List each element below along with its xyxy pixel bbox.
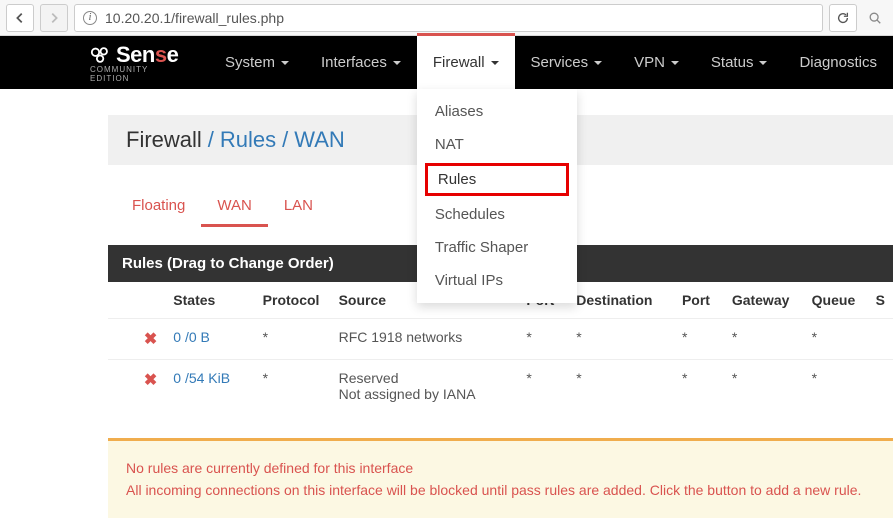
breadcrumb-wan[interactable]: WAN bbox=[294, 127, 345, 153]
th-dport: Port bbox=[674, 282, 724, 319]
tab-wan[interactable]: WAN bbox=[201, 189, 267, 227]
back-button[interactable] bbox=[6, 4, 34, 32]
nav-label: Diagnostics bbox=[799, 54, 877, 71]
td-source: RFC 1918 networks bbox=[331, 319, 519, 360]
th-dest: Destination bbox=[568, 282, 674, 319]
dropdown-virtual-ips[interactable]: Virtual IPs bbox=[417, 264, 577, 297]
nav-vpn[interactable]: VPN bbox=[618, 36, 695, 89]
caret-icon bbox=[594, 61, 602, 65]
dropdown-nat[interactable]: NAT bbox=[417, 128, 577, 161]
caret-icon bbox=[671, 61, 679, 65]
nav-status[interactable]: Status bbox=[695, 36, 784, 89]
caret-icon bbox=[393, 61, 401, 65]
states-link[interactable]: 0 /0 B bbox=[173, 329, 210, 345]
logo-text-post: e bbox=[167, 42, 179, 67]
block-icon: ✖ bbox=[144, 372, 157, 389]
caret-icon bbox=[281, 61, 289, 65]
dropdown-aliases[interactable]: Aliases bbox=[417, 95, 577, 128]
breadcrumb-rules[interactable]: Rules bbox=[220, 127, 276, 153]
td-dport: * bbox=[674, 360, 724, 413]
td-states[interactable]: 0 /54 KiB bbox=[165, 360, 254, 413]
info-icon[interactable]: i bbox=[83, 11, 97, 25]
logo[interactable]: Sense COMMUNITY EDITION bbox=[90, 36, 209, 89]
address-bar[interactable]: i 10.20.20.1/firewall_rules.php bbox=[74, 4, 823, 32]
td-queue: * bbox=[804, 319, 868, 360]
nav-label: Firewall bbox=[433, 54, 485, 71]
td-protocol: * bbox=[255, 319, 331, 360]
search-icon[interactable] bbox=[863, 4, 887, 32]
nav-services[interactable]: Services bbox=[515, 36, 619, 89]
alert-line1: No rules are currently defined for this … bbox=[126, 457, 875, 479]
no-rules-alert: No rules are currently defined for this … bbox=[108, 438, 893, 518]
url-text: 10.20.20.1/firewall_rules.php bbox=[105, 10, 814, 26]
nav-label: VPN bbox=[634, 54, 665, 71]
th-blank2 bbox=[136, 282, 165, 319]
firewall-dropdown: Aliases NAT Rules Schedules Traffic Shap… bbox=[417, 89, 577, 303]
td-queue: * bbox=[804, 360, 868, 413]
td-blank bbox=[108, 319, 136, 360]
nav-system[interactable]: System bbox=[209, 36, 305, 89]
th-states: States bbox=[165, 282, 254, 319]
browser-toolbar: i 10.20.20.1/firewall_rules.php bbox=[0, 0, 893, 36]
nav-label: System bbox=[225, 54, 275, 71]
forward-button[interactable] bbox=[40, 4, 68, 32]
dropdown-schedules[interactable]: Schedules bbox=[417, 198, 577, 231]
td-sched bbox=[868, 360, 893, 413]
block-icon: ✖ bbox=[144, 331, 157, 348]
logo-text-s: s bbox=[155, 42, 167, 67]
td-sport: * bbox=[518, 360, 568, 413]
source-line1: Reserved bbox=[339, 370, 399, 386]
nav-label: Status bbox=[711, 54, 754, 71]
td-action-icon: ✖ bbox=[136, 319, 165, 360]
logo-text-pre: Sen bbox=[116, 42, 155, 67]
top-navbar: Sense COMMUNITY EDITION System Interface… bbox=[0, 36, 893, 89]
table-row[interactable]: ✖ 0 /0 B * RFC 1918 networks * * * * * bbox=[108, 319, 893, 360]
td-states[interactable]: 0 /0 B bbox=[165, 319, 254, 360]
td-gateway: * bbox=[724, 319, 804, 360]
dropdown-rules[interactable]: Rules bbox=[425, 163, 569, 196]
td-action-icon: ✖ bbox=[136, 360, 165, 413]
breadcrumb-sep: / bbox=[282, 127, 288, 153]
logo-icon bbox=[90, 46, 112, 64]
nav-label: Services bbox=[531, 54, 589, 71]
caret-icon bbox=[491, 61, 499, 65]
tab-floating[interactable]: Floating bbox=[116, 189, 201, 227]
reload-button[interactable] bbox=[829, 4, 857, 32]
th-blank1 bbox=[108, 282, 136, 319]
source-line2: Not assigned by IANA bbox=[339, 386, 476, 402]
td-dest: * bbox=[568, 360, 674, 413]
states-link[interactable]: 0 /54 KiB bbox=[173, 370, 230, 386]
td-sched bbox=[868, 319, 893, 360]
breadcrumb-root: Firewall bbox=[126, 127, 202, 153]
td-gateway: * bbox=[724, 360, 804, 413]
td-blank bbox=[108, 360, 136, 413]
th-schedule: S bbox=[868, 282, 893, 319]
nav-firewall[interactable]: Firewall Aliases NAT Rules Schedules Tra… bbox=[417, 36, 515, 89]
caret-icon bbox=[759, 61, 767, 65]
nav-diagnostics[interactable]: Diagnostics bbox=[783, 36, 893, 89]
td-sport: * bbox=[518, 319, 568, 360]
tab-lan[interactable]: LAN bbox=[268, 189, 329, 227]
breadcrumb-sep: / bbox=[208, 127, 214, 153]
alert-line2: All incoming connections on this interfa… bbox=[126, 479, 875, 501]
nav-label: Interfaces bbox=[321, 54, 387, 71]
table-row[interactable]: ✖ 0 /54 KiB * Reserved Not assigned by I… bbox=[108, 360, 893, 413]
th-queue: Queue bbox=[804, 282, 868, 319]
th-protocol: Protocol bbox=[255, 282, 331, 319]
th-gateway: Gateway bbox=[724, 282, 804, 319]
td-dest: * bbox=[568, 319, 674, 360]
td-dport: * bbox=[674, 319, 724, 360]
nav-interfaces[interactable]: Interfaces bbox=[305, 36, 417, 89]
td-source: Reserved Not assigned by IANA bbox=[331, 360, 519, 413]
td-protocol: * bbox=[255, 360, 331, 413]
dropdown-traffic-shaper[interactable]: Traffic Shaper bbox=[417, 231, 577, 264]
